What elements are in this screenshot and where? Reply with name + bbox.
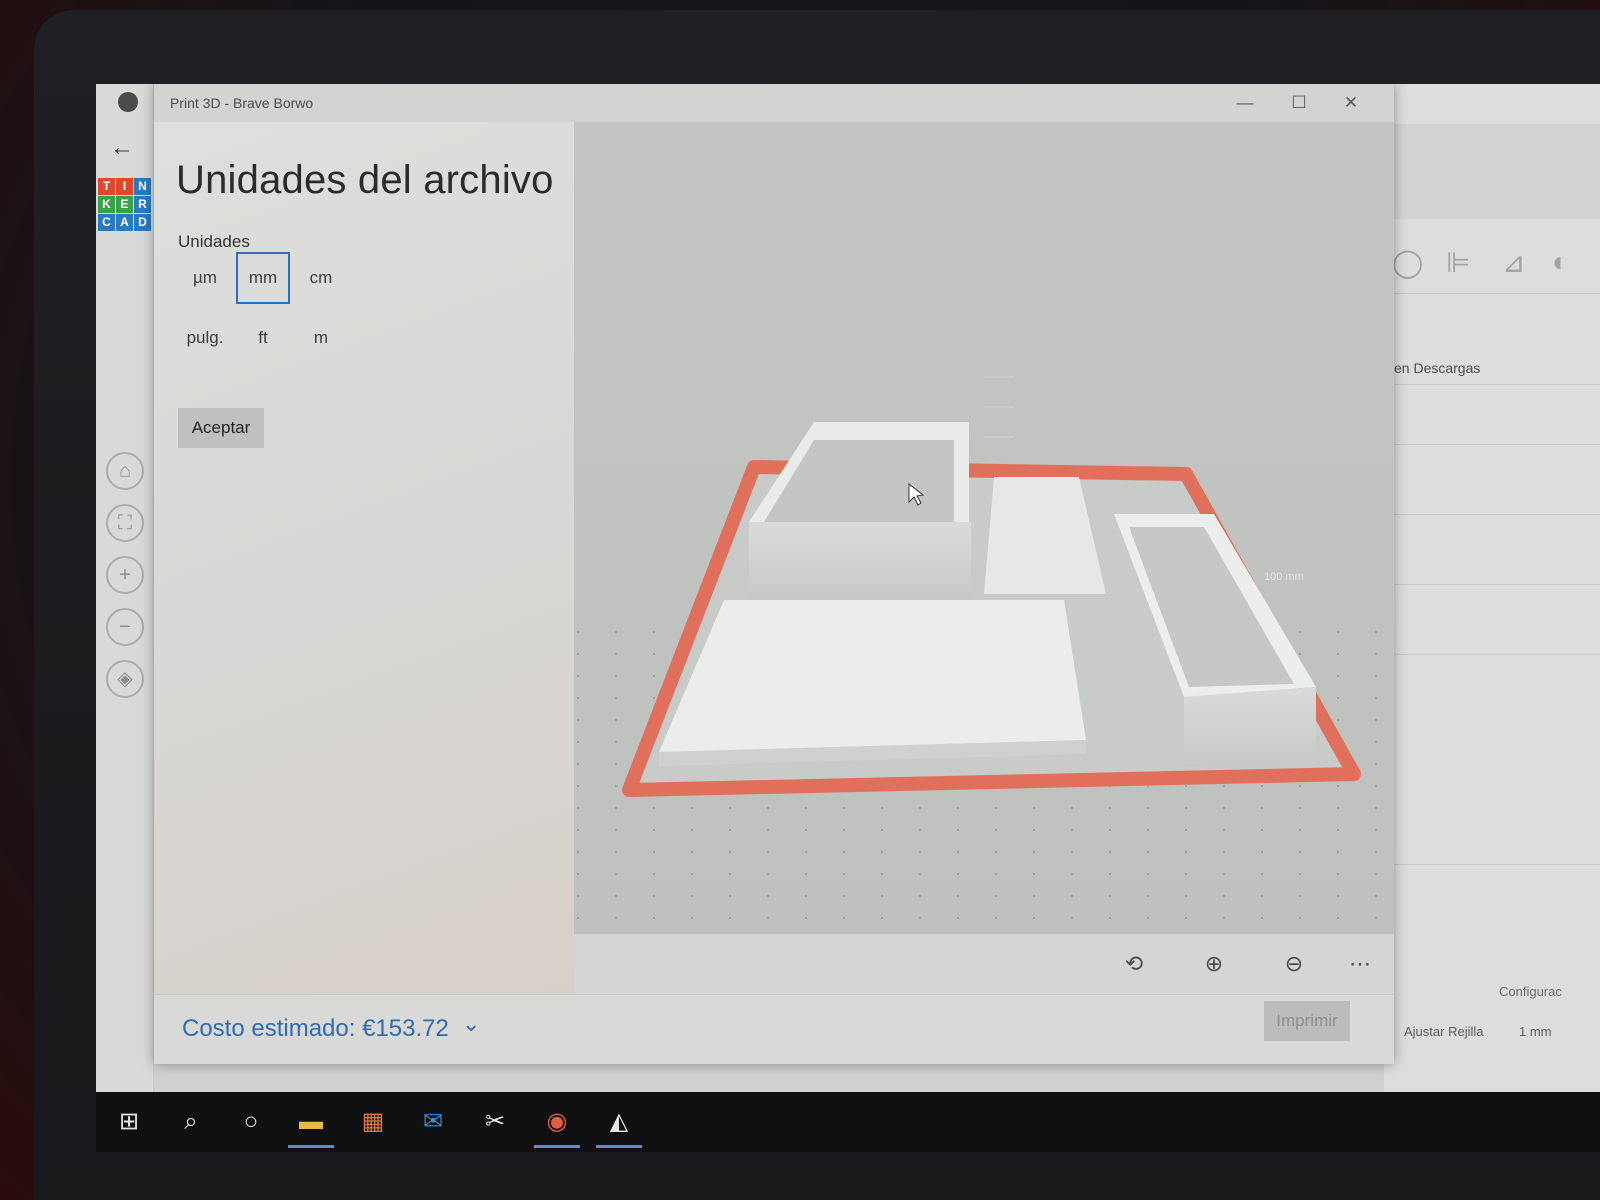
close-button[interactable]: ✕ (1328, 90, 1374, 116)
logo-letter: D (134, 214, 151, 231)
file-explorer-icon[interactable]: ▬ (286, 1100, 336, 1148)
mirror-icon[interactable]: ⊿ (1502, 246, 1525, 279)
tinkercad-logo: TIN KER CAD (98, 178, 152, 231)
scene: 100 mm (574, 376, 1394, 934)
mail-icon[interactable]: ✉ (408, 1100, 458, 1144)
back-arrow-icon[interactable]: ← (110, 134, 134, 162)
screen: ← TIN KER CAD ⌂ ⛶ + − ◈ ◯ ⊫ ⊿ ◐ en Descarg… (96, 84, 1600, 1124)
tinkercad-sidebar: ← TIN KER CAD ⌂ ⛶ + − ◈ (96, 84, 154, 1094)
tools-icon[interactable]: ✂ (470, 1100, 520, 1144)
divider (1394, 654, 1600, 655)
windows-start-icon[interactable]: ⊞ (104, 1100, 154, 1144)
copy-icon[interactable]: ◯ (1392, 246, 1423, 279)
store-icon[interactable]: ▦ (348, 1100, 398, 1144)
rotate-view-icon[interactable]: ⟲ (1114, 946, 1154, 982)
chevron-down-icon[interactable]: ⌄ (462, 1011, 480, 1037)
tinkercad-toolbar: ◯ ⊫ ⊿ ◐ (1384, 234, 1600, 294)
box-open-front (749, 522, 971, 602)
snap-grid-label: Ajustar Rejilla (1404, 1024, 1484, 1039)
logo-letter: C (98, 214, 115, 231)
zoom-out-icon[interactable]: ⊖ (1274, 946, 1314, 982)
3d-viewport[interactable]: 100 mm (574, 122, 1394, 934)
logo-letter: K (98, 196, 115, 213)
window-title: Print 3D - Brave Borwo (170, 95, 314, 111)
snap-grid-value[interactable]: 1 mm (1519, 1024, 1552, 1039)
divider (1394, 584, 1600, 585)
align-icon[interactable]: ⊫ (1446, 246, 1470, 279)
chrome-icon[interactable]: ◉ (532, 1100, 582, 1148)
minimize-button[interactable]: — (1222, 90, 1268, 116)
zoom-in-icon[interactable]: + (106, 556, 144, 594)
downloads-text: en Descargas (1394, 360, 1481, 376)
units-label: Unidades (178, 232, 250, 251)
logo-letter: T (98, 178, 115, 195)
units-panel: Unidades del archivo Unidades µm mm cm p… (154, 122, 574, 994)
unit-option-m[interactable]: m (294, 312, 348, 364)
divider (1394, 514, 1600, 515)
fit-view-icon[interactable]: ⛶ (106, 504, 144, 542)
unit-option-mm[interactable]: mm (236, 252, 290, 304)
home-view-icon[interactable]: ⌂ (106, 452, 144, 490)
divider (1394, 444, 1600, 445)
logo-letter: I (116, 178, 133, 195)
maximize-button[interactable]: ☐ (1276, 90, 1322, 116)
tray-long-front (1184, 687, 1316, 767)
plate-large[interactable] (659, 600, 1086, 752)
unit-option-ft[interactable]: ft (236, 312, 290, 364)
unit-option-cm[interactable]: cm (294, 252, 348, 304)
settings-link[interactable]: Configurac (1499, 984, 1562, 999)
divider (1394, 384, 1600, 385)
scale-label: 100 mm (1264, 571, 1304, 583)
globe-icon (118, 92, 138, 112)
unit-option-um[interactable]: µm (178, 252, 232, 304)
page-title: Unidades del archivo (176, 158, 554, 202)
estimated-cost[interactable]: Costo estimado: €153.72 (182, 1015, 449, 1043)
footer-bar: Costo estimado: €153.72 ⌄ Imprimir (154, 994, 1394, 1064)
more-icon[interactable]: ⋯ (1340, 946, 1380, 982)
unit-option-inch[interactable]: pulg. (178, 312, 232, 364)
box-open-inner (764, 440, 954, 522)
perspective-icon[interactable]: ◈ (106, 660, 144, 698)
active-indicator (288, 1145, 334, 1148)
logo-letter: N (134, 178, 151, 195)
active-indicator (534, 1145, 580, 1148)
tinkercad-right-panel: ◯ ⊫ ⊿ ◐ en Descargas Configurac Ajustar … (1384, 84, 1600, 1094)
title-bar: Print 3D - Brave Borwo — ☐ ✕ (154, 84, 1394, 122)
view-toolbar: ⟲ ⊕ ⊖ ⋯ (574, 934, 1394, 994)
search-icon[interactable]: ⌕ (166, 1100, 216, 1144)
logo-letter: R (134, 196, 151, 213)
print3d-window: Print 3D - Brave Borwo — ☐ ✕ Unidades de… (154, 84, 1394, 1064)
group-icon[interactable]: ◐ (1552, 246, 1569, 278)
accept-button[interactable]: Aceptar (178, 408, 264, 448)
zoom-out-icon[interactable]: − (106, 608, 144, 646)
zoom-in-icon[interactable]: ⊕ (1194, 946, 1234, 982)
print3d-icon[interactable]: ◭ (594, 1100, 644, 1148)
print-button[interactable]: Imprimir (1264, 1001, 1350, 1041)
active-indicator (596, 1145, 642, 1148)
logo-letter: E (116, 196, 133, 213)
logo-letter: A (116, 214, 133, 231)
taskbar: ⊞ ⌕ ○ ▬ ▦ ✉ ✂ ◉ ◭ (96, 1092, 1600, 1152)
cortana-icon[interactable]: ○ (226, 1100, 276, 1144)
tinkercad-header-area (1384, 124, 1600, 219)
divider (1394, 864, 1600, 865)
